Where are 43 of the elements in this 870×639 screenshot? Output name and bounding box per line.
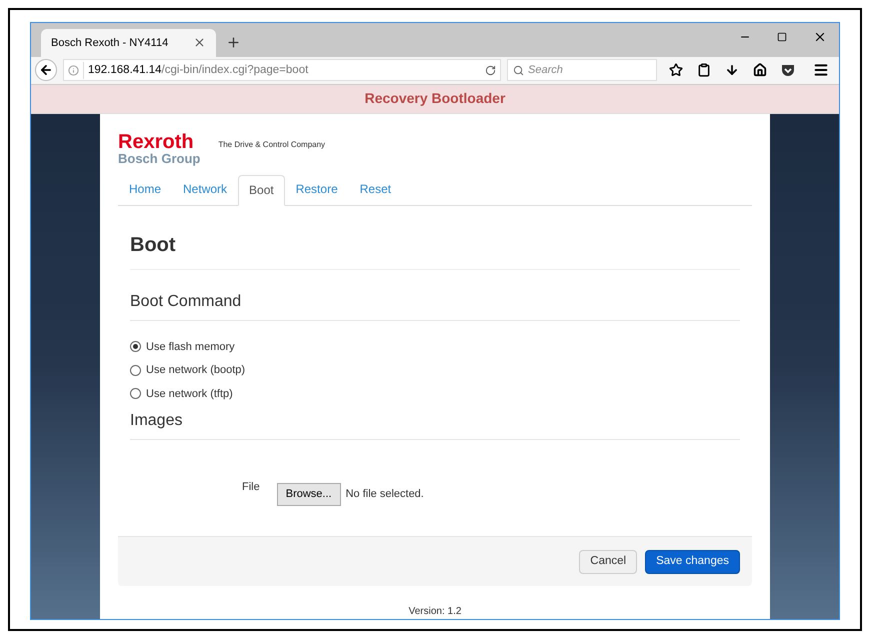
version-text: Version: 1.2 — [408, 605, 462, 619]
back-arrow-icon — [39, 63, 53, 78]
reload-icon[interactable] — [485, 64, 496, 76]
section-heading: Boot Command — [130, 292, 242, 310]
banner: Recovery Bootloader — [31, 85, 839, 114]
new-tab-icon[interactable] — [226, 34, 241, 50]
file-status: No file selected. — [346, 487, 424, 502]
cancel-button[interactable]: Cancel — [579, 550, 638, 574]
radio-label: Use flash memory — [146, 340, 235, 354]
radio-button[interactable] — [130, 341, 141, 352]
info-icon[interactable] — [68, 64, 79, 76]
browser-tab[interactable]: Bosch Rexoth - NY4114 — [41, 28, 216, 57]
save-button[interactable]: Save changes — [645, 550, 740, 574]
nav-tab[interactable]: Home — [118, 174, 172, 204]
radio-label: Use network (tftp) — [146, 386, 233, 402]
radio-label: Use network (bootp) — [146, 363, 246, 378]
search-field[interactable]: Search — [507, 59, 657, 82]
nav-tab[interactable]: Boot — [238, 174, 285, 206]
search-icon — [513, 64, 524, 76]
home-icon[interactable] — [753, 63, 767, 78]
section-heading: Images — [130, 412, 182, 429]
tagline: The Drive & Control Company — [218, 139, 326, 151]
radio-button[interactable] — [130, 364, 141, 376]
close-icon[interactable] — [193, 36, 206, 50]
url-text: 192.168.41.14/cgi-bin/index.cgi?page=boot — [83, 62, 308, 80]
page-title: Boot — [130, 234, 176, 256]
brand-logo: Rexroth — [118, 132, 195, 152]
close-window-icon[interactable] — [813, 30, 827, 44]
back-button[interactable] — [35, 59, 57, 82]
group-logo: Bosch Group — [118, 152, 200, 164]
maximize-icon[interactable] — [777, 32, 787, 42]
browse-button[interactable]: Browse... — [276, 483, 341, 506]
download-icon[interactable] — [725, 63, 739, 78]
menu-icon[interactable] — [813, 62, 829, 78]
url-field[interactable]: 192.168.41.14/cgi-bin/index.cgi?page=boot — [63, 59, 501, 82]
nav-tab[interactable]: Network — [172, 174, 238, 204]
nav-tab[interactable]: Restore — [284, 174, 349, 204]
nav-tab[interactable]: Reset — [348, 174, 402, 204]
file-label: File — [242, 480, 260, 495]
star-icon[interactable] — [669, 63, 683, 78]
clipboard-icon[interactable] — [697, 63, 711, 78]
radio-button[interactable] — [130, 388, 141, 400]
pocket-icon[interactable] — [781, 63, 795, 78]
